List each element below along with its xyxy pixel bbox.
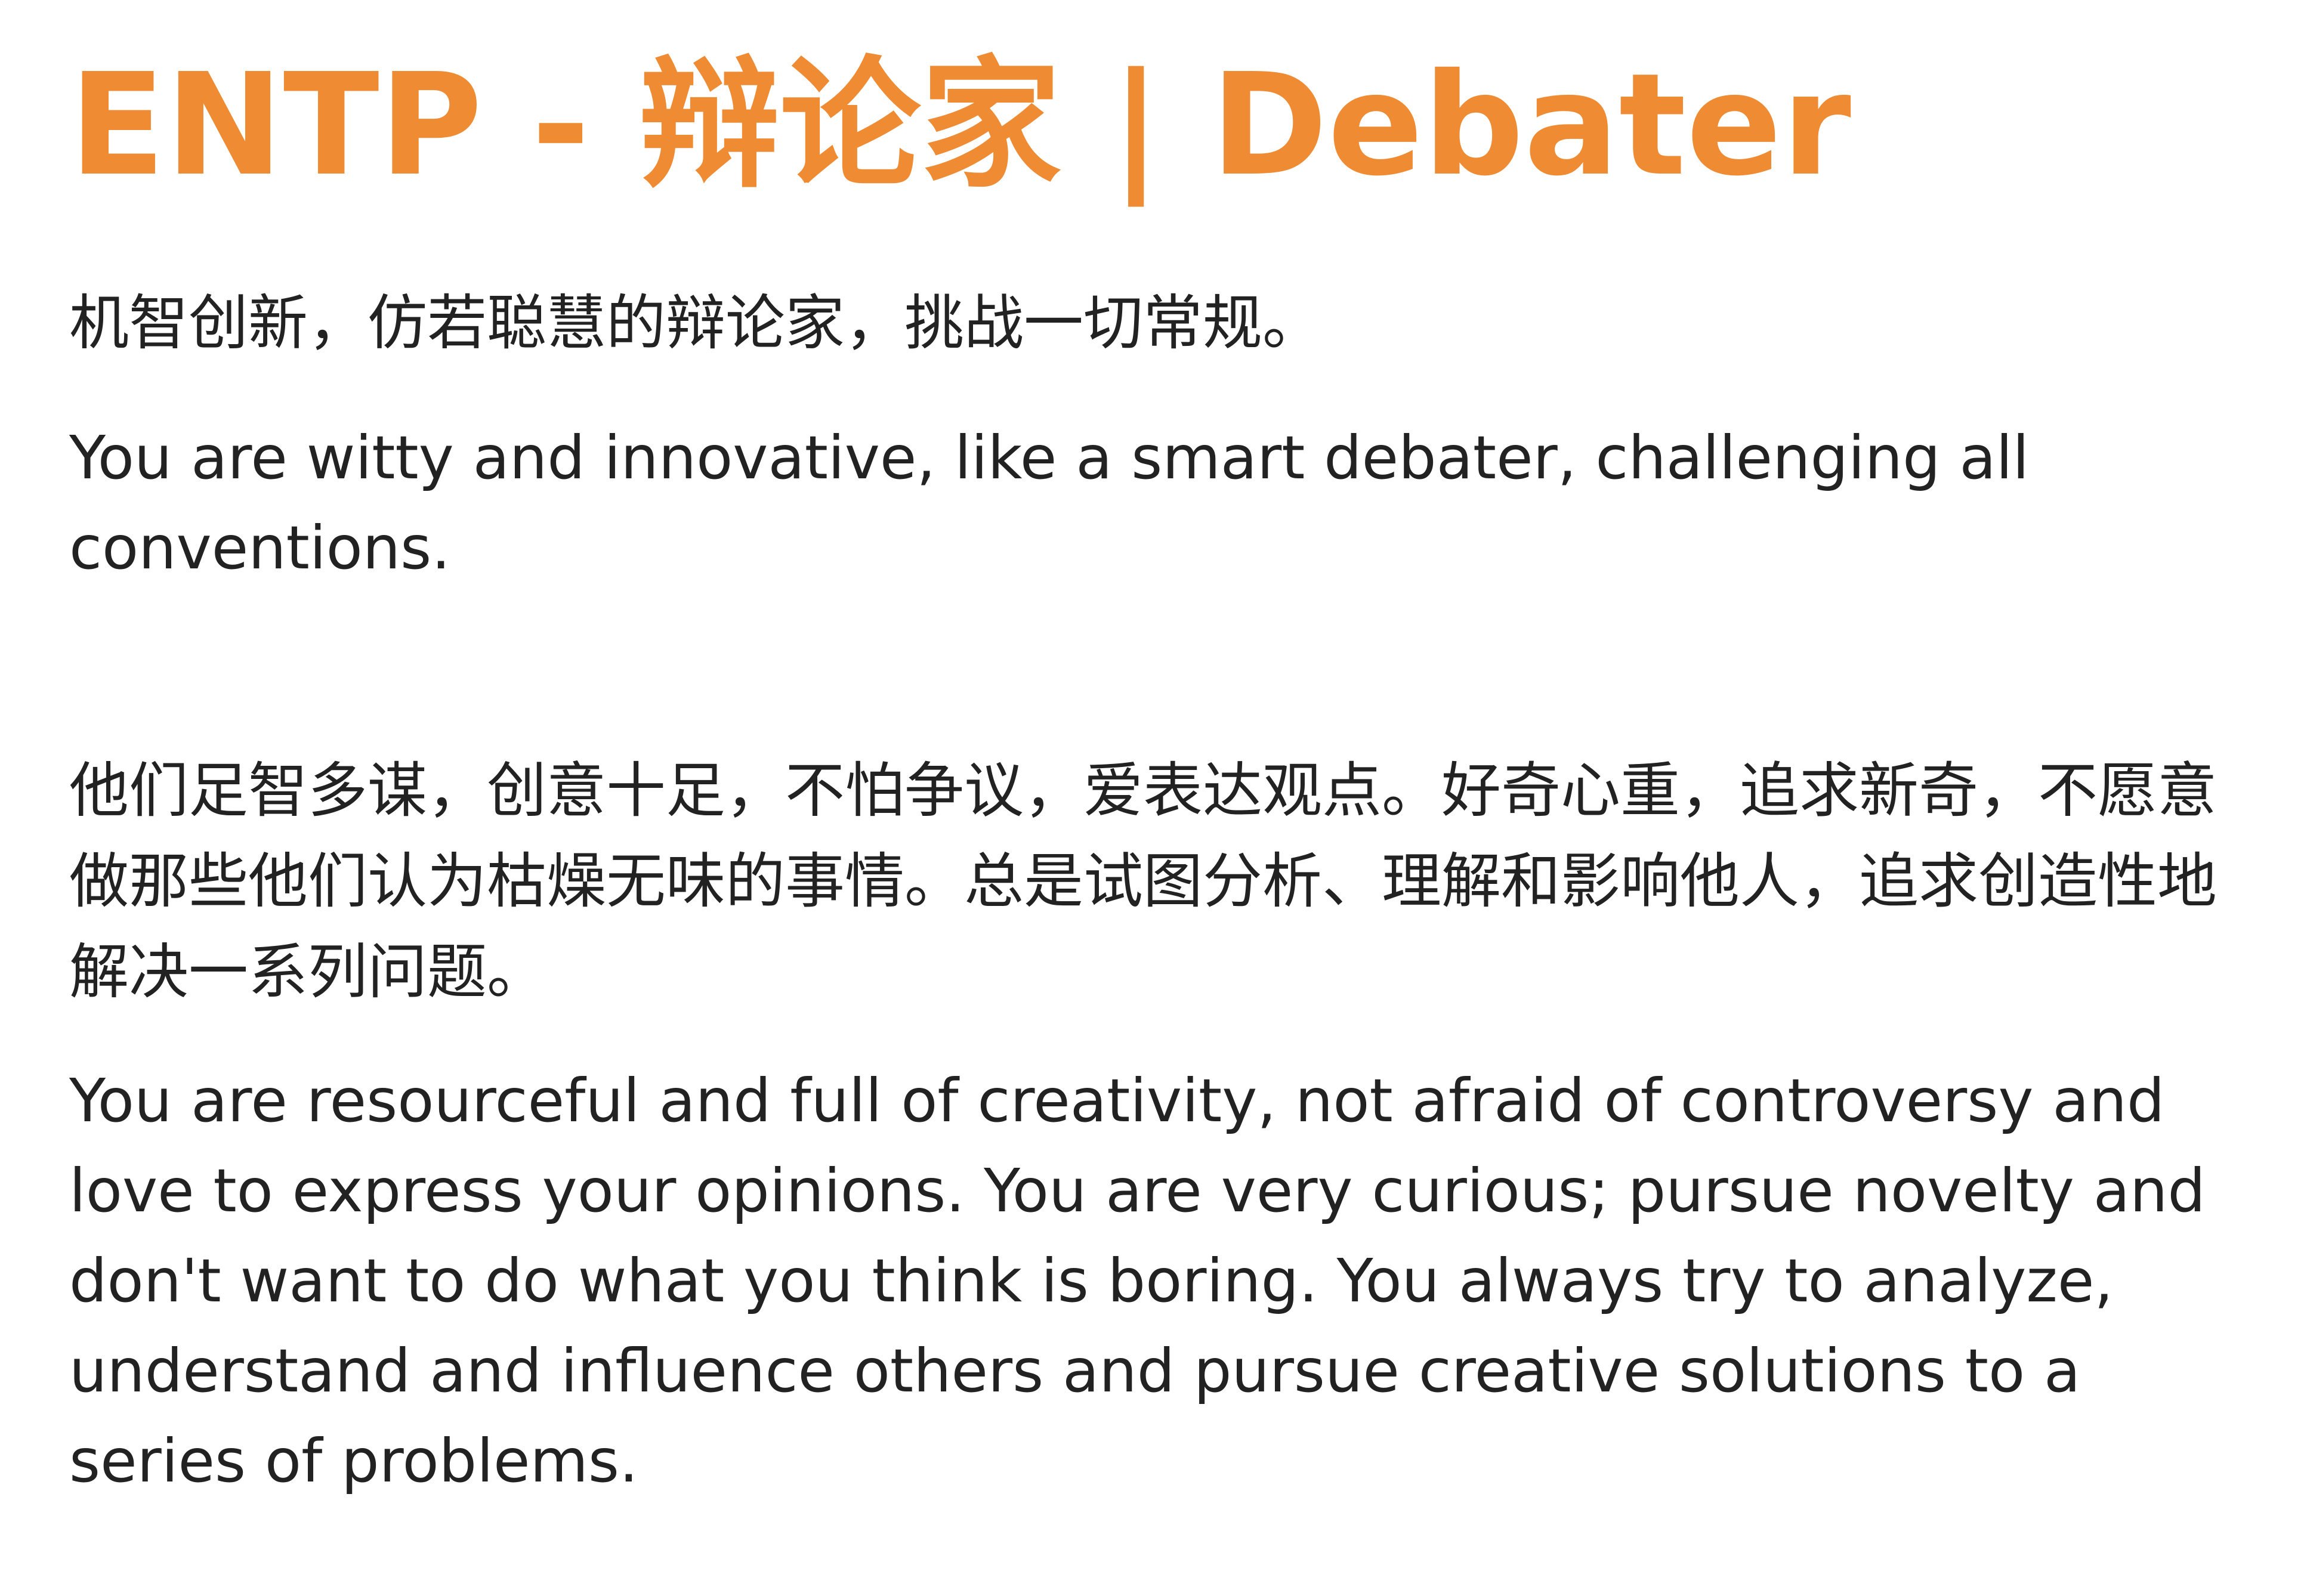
intro-text-chinese: 机智创新，仿若聪慧的辩论家，挑战一切常规。 [69, 288, 1322, 358]
mbti-type-card: ENTP - 辩论家 | Debater 机智创新，仿若聪慧的辩论家，挑战一切常… [0, 0, 2307, 1596]
page-title: ENTP - 辩论家 | Debater [69, 43, 1851, 207]
description-text-english: You are resourceful and full of creativi… [69, 1066, 2206, 1496]
intro-text-english: You are witty and innovative, like a sma… [69, 423, 2030, 583]
description-text-chinese: 他们足智多谋，创意十足，不怕争议，爱表达观点。好奇心重，追求新奇，不愿意做那些他… [69, 756, 2217, 1007]
